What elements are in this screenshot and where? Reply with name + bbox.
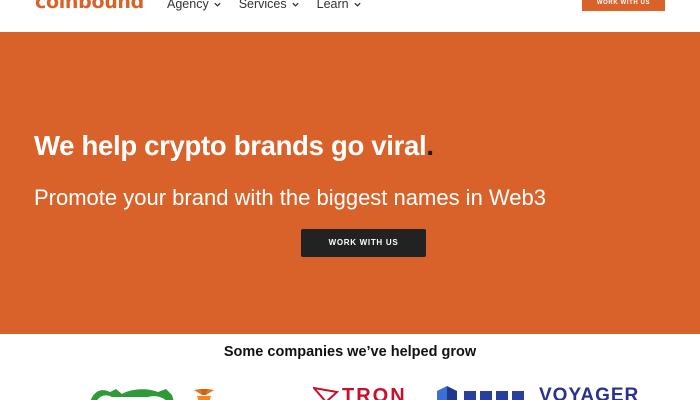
nav-item-label: Agency	[167, 0, 209, 11]
nav-item-learn[interactable]: Learn	[317, 0, 362, 11]
hero-headline: We help crypto brands go viral.	[34, 130, 434, 162]
cube-logo	[437, 386, 457, 400]
nav-item-label: Learn	[316, 0, 349, 11]
metamask-fox-logo	[194, 389, 214, 400]
main-nav: Agency Services Learn	[167, 0, 362, 11]
voyager-logo: VOYAGER	[539, 386, 640, 400]
hero-section: We help crypto brands go viral. Promote …	[0, 32, 700, 334]
hero-headline-text: We help crypto brands go viral	[34, 130, 427, 161]
nav-item-label: Services	[238, 0, 287, 11]
nav-item-agency[interactable]: Agency	[167, 0, 222, 11]
chevron-down-icon	[214, 2, 221, 7]
page: coinbound Agency Services Learn WORK WIT…	[0, 0, 700, 400]
site-header: coinbound Agency Services Learn WORK WIT…	[0, 0, 700, 32]
blue-wordmark-logo	[464, 391, 524, 400]
chevron-down-icon	[291, 2, 299, 7]
tron-logo: TRON	[342, 386, 407, 400]
hero-subheadline: Promote your brand with the biggest name…	[34, 185, 546, 210]
green-logo	[90, 389, 174, 400]
hero-headline-period: .	[426, 130, 434, 161]
clients-heading: Some companies we’ve helped grow	[223, 344, 477, 360]
header-work-with-us-button[interactable]: WORK WITH US	[582, 0, 665, 11]
coinbound-logo[interactable]: coinbound	[35, 0, 144, 13]
nav-item-services[interactable]: Services	[239, 0, 300, 11]
chevron-down-icon	[353, 2, 361, 7]
hero-work-with-us-button[interactable]: WORK WITH US	[301, 229, 426, 257]
client-logo-strip: TRON VOYAGER	[0, 386, 700, 400]
tron-mark-icon	[313, 386, 339, 400]
